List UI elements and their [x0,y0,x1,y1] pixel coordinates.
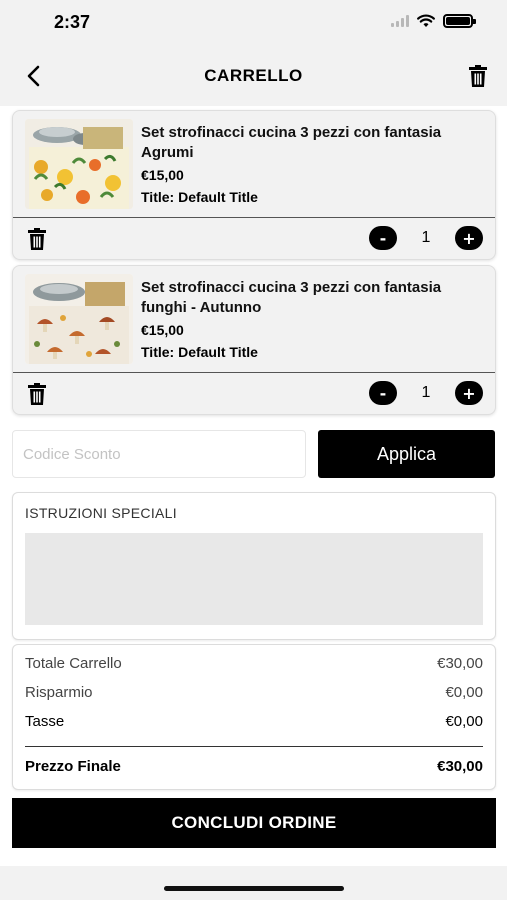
subtotal-row: Totale Carrello €30,00 [25,655,483,672]
item-name[interactable]: Set strofinacci cucina 3 pezzi con fanta… [141,278,483,318]
divider [13,372,495,373]
decrement-button[interactable]: - [369,226,397,250]
nav-bar: CARRELLO [0,46,507,106]
trash-icon [28,228,46,250]
remove-item-button[interactable] [25,227,49,251]
status-icons [391,14,476,28]
item-variant: Title: Default Title [141,189,258,205]
discount-code-input[interactable] [12,430,306,478]
divider [13,217,495,218]
quantity-stepper: - 1 + [369,226,483,250]
item-price: €15,00 [141,322,184,338]
decrement-button[interactable]: - [369,381,397,405]
item-price: €15,00 [141,167,184,183]
home-indicator[interactable] [164,886,344,891]
status-time: 2:37 [54,12,91,32]
battery-icon [443,14,476,28]
cart-item: Set strofinacci cucina 3 pezzi con fanta… [12,265,496,415]
instructions-label: ISTRUZIONI SPECIALI [25,505,177,521]
quantity-value: 1 [421,384,431,401]
increment-button[interactable]: + [455,226,483,250]
special-instructions-field[interactable] [25,533,483,625]
status-bar: 2:37 [0,0,507,46]
item-info: Set strofinacci cucina 3 pezzi con fanta… [141,278,483,362]
item-name[interactable]: Set strofinacci cucina 3 pezzi con fanta… [141,123,483,163]
tax-label: Tasse [25,713,65,730]
quantity-value: 1 [421,229,431,246]
wifi-icon [417,14,435,27]
cart-content: Set strofinacci cucina 3 pezzi con fanta… [0,106,507,866]
product-image[interactable] [25,119,133,209]
savings-row: Risparmio €0,00 [25,684,483,701]
clear-cart-button[interactable] [465,63,491,89]
order-summary: Totale Carrello €30,00 Risparmio €0,00 T… [12,644,496,790]
special-instructions-card: ISTRUZIONI SPECIALI [12,492,496,640]
savings-value: €0,00 [445,684,483,701]
cart-item: Set strofinacci cucina 3 pezzi con fanta… [12,110,496,260]
tax-value: €0,00 [445,713,483,730]
page-title: CARRELLO [204,66,303,85]
quantity-stepper: - 1 + [369,381,483,405]
increment-button[interactable]: + [455,381,483,405]
item-info: Set strofinacci cucina 3 pezzi con fanta… [141,123,483,207]
subtotal-label: Totale Carrello [25,655,122,672]
remove-item-button[interactable] [25,382,49,406]
signal-icon [391,15,409,27]
bottom-bar [0,866,507,900]
checkout-button[interactable]: CONCLUDI ORDINE [12,798,496,848]
divider [25,746,483,747]
tax-row: Tasse €0,00 [25,713,483,730]
apply-discount-button[interactable]: Applica [318,430,495,478]
final-price-label: Prezzo Finale [25,758,121,775]
final-price-value: €30,00 [437,758,483,775]
savings-label: Risparmio [25,684,93,701]
subtotal-value: €30,00 [437,655,483,672]
item-variant: Title: Default Title [141,344,258,360]
trash-icon [469,65,487,87]
product-image[interactable] [25,274,133,364]
trash-icon [28,383,46,405]
final-price-row: Prezzo Finale €30,00 [25,758,483,775]
